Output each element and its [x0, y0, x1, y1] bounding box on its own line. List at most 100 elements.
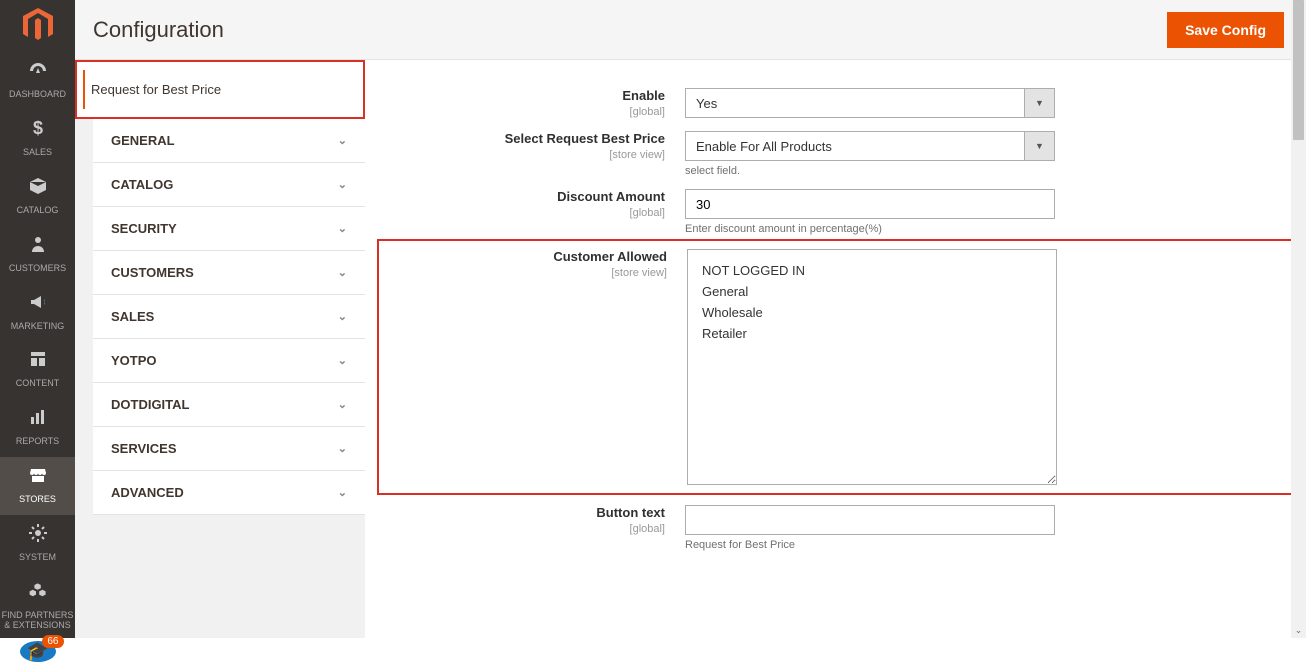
help-badge: 66: [42, 635, 63, 648]
nav-label: REPORTS: [16, 437, 59, 447]
multiselect-option[interactable]: Wholesale: [702, 302, 1042, 323]
nav-label: SYSTEM: [19, 553, 56, 563]
save-config-button[interactable]: Save Config: [1167, 12, 1284, 48]
scrollbar-track[interactable]: ⌄: [1291, 0, 1306, 638]
multiselect-option[interactable]: NOT LOGGED IN: [702, 260, 1042, 281]
scroll-down-icon[interactable]: ⌄: [1291, 623, 1306, 638]
customer-allowed-label: Customer Allowed [store view]: [387, 249, 687, 485]
nav-stores[interactable]: STORES: [0, 457, 75, 515]
chevron-down-icon: ⌄: [338, 222, 347, 235]
dashboard-icon: [28, 60, 48, 86]
enable-label: Enable [global]: [385, 88, 685, 119]
config-tab-general[interactable]: GENERAL ⌄: [93, 119, 365, 163]
dropdown-arrow-icon[interactable]: ▼: [1025, 88, 1055, 118]
nav-label: CONTENT: [16, 379, 60, 389]
config-tab-label: SERVICES: [111, 441, 177, 456]
admin-nav-sidebar: DASHBOARD $ SALES CATALOG CUSTOMERS MARK…: [0, 0, 75, 638]
select-request-select[interactable]: Enable For All Products ▼: [685, 131, 1055, 161]
config-tab-label: CUSTOMERS: [111, 265, 194, 280]
nav-system[interactable]: SYSTEM: [0, 515, 75, 573]
page-title: Configuration: [93, 17, 224, 43]
select-value: Enable For All Products: [685, 131, 1025, 161]
nav-sales[interactable]: $ SALES: [0, 110, 75, 168]
config-tab-label: SALES: [111, 309, 154, 324]
nav-catalog[interactable]: CATALOG: [0, 168, 75, 226]
form-area: Enable [global] Yes ▼ Select Request Bes…: [365, 60, 1306, 638]
scope-label: [store view]: [387, 266, 667, 280]
discount-label: Discount Amount [global]: [385, 189, 685, 235]
config-sidebar: Request for Best Price GENERAL ⌄ CATALOG ⌄…: [75, 60, 365, 638]
help-text: select field.: [685, 165, 1055, 177]
nav-partners[interactable]: FIND PARTNERS & EXTENSIONS: [0, 573, 75, 641]
config-tab-label: CATALOG: [111, 177, 173, 192]
scope-label: [global]: [385, 105, 665, 119]
scope-label: [global]: [385, 206, 665, 220]
config-tab-label: GENERAL: [111, 133, 175, 148]
storefront-icon: [28, 465, 48, 491]
chevron-down-icon: ⌄: [338, 310, 347, 323]
enable-select[interactable]: Yes ▼: [685, 88, 1055, 118]
chevron-down-icon: ⌄: [338, 266, 347, 279]
megaphone-icon: [28, 292, 48, 318]
config-tab-security[interactable]: SECURITY ⌄: [93, 207, 365, 251]
config-tab-yotpo[interactable]: YOTPO ⌄: [93, 339, 365, 383]
select-value: Yes: [685, 88, 1025, 118]
chevron-down-icon: ⌄: [338, 442, 347, 455]
multiselect-option[interactable]: Retailer: [702, 323, 1042, 344]
button-text-input[interactable]: [685, 505, 1055, 535]
scope-label: [store view]: [385, 148, 665, 162]
help-button[interactable]: 🎓 66: [20, 641, 56, 662]
svg-text:$: $: [32, 118, 42, 138]
scope-label: [global]: [385, 522, 665, 536]
config-tab-services[interactable]: SERVICES ⌄: [93, 427, 365, 471]
gear-icon: [28, 523, 48, 549]
nav-customers[interactable]: CUSTOMERS: [0, 226, 75, 284]
dollar-icon: $: [28, 118, 48, 144]
person-icon: [28, 234, 48, 260]
config-tab-sales[interactable]: SALES ⌄: [93, 295, 365, 339]
chevron-down-icon: ⌄: [338, 398, 347, 411]
nav-label: STORES: [19, 495, 56, 505]
help-text: Enter discount amount in percentage(%): [685, 223, 1055, 235]
config-tab-label: YOTPO: [111, 353, 157, 368]
multiselect-option[interactable]: General: [702, 281, 1042, 302]
config-tab-label: SECURITY: [111, 221, 177, 236]
nav-marketing[interactable]: MARKETING: [0, 284, 75, 342]
nav-content[interactable]: CONTENT: [0, 341, 75, 399]
bars-icon: [28, 407, 48, 433]
config-tab-dotdigital[interactable]: DOTDIGITAL ⌄: [93, 383, 365, 427]
config-tab-label: ADVANCED: [111, 485, 184, 500]
dropdown-arrow-icon[interactable]: ▼: [1025, 131, 1055, 161]
config-tab-customers[interactable]: CUSTOMERS ⌄: [93, 251, 365, 295]
nav-label: FIND PARTNERS & EXTENSIONS: [0, 611, 75, 631]
chevron-down-icon: ⌄: [338, 486, 347, 499]
layout-icon: [28, 349, 48, 375]
scrollbar-thumb[interactable]: [1293, 0, 1304, 140]
config-tab-label: Request for Best Price: [91, 82, 221, 97]
select-request-label: Select Request Best Price [store view]: [385, 131, 685, 177]
magento-logo[interactable]: [18, 8, 58, 42]
config-tab-label: DOTDIGITAL: [111, 397, 189, 412]
nav-label: SALES: [23, 148, 52, 158]
nav-reports[interactable]: REPORTS: [0, 399, 75, 457]
chevron-down-icon: ⌄: [338, 134, 347, 147]
main-area: Configuration Save Config Request for Be…: [75, 0, 1306, 638]
config-tab-catalog[interactable]: CATALOG ⌄: [93, 163, 365, 207]
nav-label: MARKETING: [11, 322, 65, 332]
boxes-icon: [28, 581, 48, 607]
nav-label: DASHBOARD: [9, 90, 66, 100]
nav-label: CATALOG: [17, 206, 59, 216]
nav-dashboard[interactable]: DASHBOARD: [0, 52, 75, 110]
nav-label: CUSTOMERS: [9, 264, 66, 274]
help-text: Request for Best Price: [685, 539, 1055, 551]
customer-allowed-highlight: Customer Allowed [store view] NOT LOGGED…: [377, 239, 1294, 495]
customer-allowed-multiselect[interactable]: NOT LOGGED IN General Wholesale Retailer: [687, 249, 1057, 485]
config-tab-request-best-price[interactable]: Request for Best Price: [75, 60, 365, 119]
page-header: Configuration Save Config: [75, 0, 1306, 60]
config-tab-advanced[interactable]: ADVANCED ⌄: [93, 471, 365, 515]
box-icon: [28, 176, 48, 202]
discount-input[interactable]: [685, 189, 1055, 219]
button-text-label: Button text [global]: [385, 505, 685, 551]
chevron-down-icon: ⌄: [338, 354, 347, 367]
chevron-down-icon: ⌄: [338, 178, 347, 191]
